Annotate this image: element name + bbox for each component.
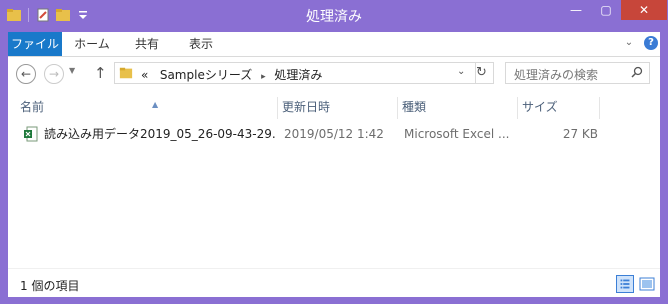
forward-button[interactable]: → [44, 64, 64, 84]
breadcrumb-item-processed[interactable]: 処理済み [274, 68, 322, 82]
tab-file[interactable]: ファイル [8, 32, 62, 56]
breadcrumb-item-sample-series[interactable]: Sampleシリーズ [160, 68, 252, 82]
item-count: 1 個の項目 [20, 279, 80, 293]
breadcrumb: « Sampleシリーズ ▸ 処理済み [141, 66, 322, 83]
folder-icon [119, 67, 133, 79]
recent-locations-icon[interactable]: ▼ [69, 66, 75, 75]
column-header-name[interactable]: 名前 ▲ [16, 97, 278, 119]
file-list: 名前 ▲ 更新日時 種類 サイズ 読み込み用データ2019_05_26-09-4… [8, 91, 660, 268]
help-icon[interactable]: ? [644, 36, 658, 50]
search-box[interactable]: 処理済みの検索 [505, 62, 650, 84]
address-dropdown-icon[interactable]: ⌄ [457, 66, 465, 77]
navigation-bar: ← → ▼ ↑ « Sampleシリーズ ▸ 処理済み ⌄ ↻ 処理済みの検索 [8, 57, 660, 91]
sort-ascending-icon: ▲ [152, 100, 159, 109]
large-icons-view-icon[interactable] [638, 275, 656, 293]
close-button[interactable]: ✕ [621, 0, 667, 20]
file-date: 2019/05/12 1:42 [284, 127, 384, 141]
file-row[interactable]: 読み込み用データ2019_05_26-09-43-29... 2019/05/1… [16, 124, 600, 144]
expand-ribbon-icon[interactable]: ⌄ [622, 36, 636, 50]
column-header-type[interactable]: 種類 [398, 97, 518, 119]
excel-file-icon [24, 126, 38, 142]
column-header-name-label: 名前 [20, 100, 45, 114]
breadcrumb-overflow[interactable]: « [141, 68, 148, 82]
refresh-button[interactable]: ↻ [470, 62, 494, 84]
tab-view[interactable]: 表示 [186, 32, 216, 56]
explorer-window: 処理済み — ▢ ✕ ファイル ホーム 共有 表示 ⌄ ? ← → ▼ ↑ « … [0, 0, 668, 304]
column-header-size[interactable]: サイズ [518, 97, 600, 119]
details-view-icon[interactable] [616, 275, 634, 293]
address-bar[interactable]: « Sampleシリーズ ▸ 処理済み ⌄ [114, 62, 476, 84]
maximize-button[interactable]: ▢ [591, 0, 621, 20]
tab-share[interactable]: 共有 [132, 32, 162, 56]
back-button[interactable]: ← [16, 64, 36, 84]
column-header-date[interactable]: 更新日時 [278, 97, 398, 119]
file-size: 27 KB [562, 127, 598, 141]
status-bar: 1 個の項目 [8, 268, 660, 297]
breadcrumb-separator-icon[interactable]: ▸ [261, 72, 266, 82]
file-name: 読み込み用データ2019_05_26-09-43-29... [44, 127, 276, 141]
search-input[interactable]: 処理済みの検索 [514, 66, 598, 83]
up-button[interactable]: ↑ [94, 64, 107, 82]
file-type: Microsoft Excel ... [404, 127, 510, 141]
minimize-button[interactable]: — [561, 0, 591, 20]
search-icon [631, 66, 643, 78]
title-bar: 処理済み — ▢ ✕ [0, 0, 668, 32]
tab-home[interactable]: ホーム [74, 32, 110, 56]
ribbon: ファイル ホーム 共有 表示 ⌄ ? [8, 32, 660, 57]
